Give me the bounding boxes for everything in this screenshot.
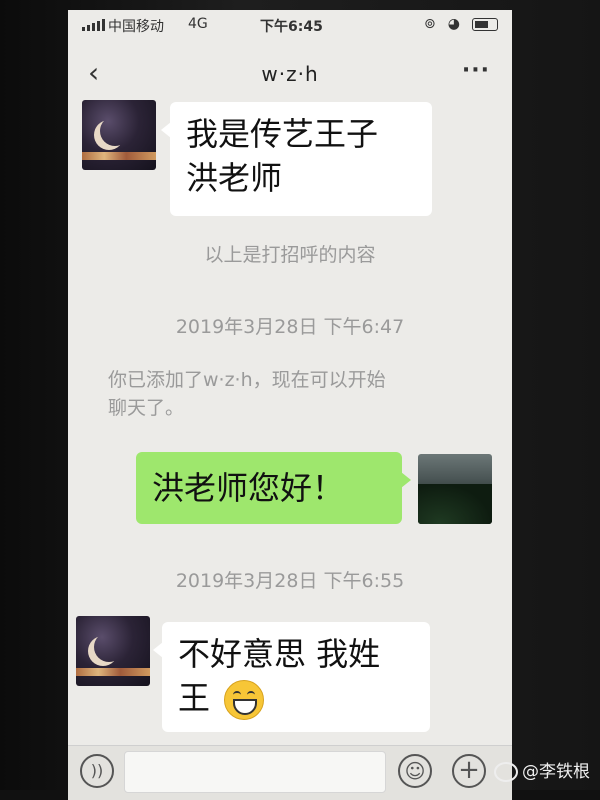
orientation-lock-icon: ⊚ [424,16,436,32]
system-notice: 以上是打招呼的内容 [204,244,376,266]
smiley-icon[interactable]: ☺ [398,754,432,788]
message-bubble-incoming[interactable]: 不好意思 我姓 王 [153,622,430,732]
message-bubble-outgoing[interactable]: 洪老师您好！ [136,452,411,524]
watermark: @李铁根 [494,757,590,782]
weibo-logo-icon [494,762,518,782]
message-input[interactable] [124,751,386,793]
system-notice-added: 你已添加了w·z·h，现在可以开始 聊天了。 [108,366,386,422]
plus-icon[interactable]: + [452,754,486,788]
self-avatar[interactable] [418,454,492,524]
contact-avatar[interactable] [82,100,156,170]
chat-screen: 中国移动 4G 下午6:45 ⊚ ◕ ‹ w·z·h ··· 我是传艺王子 洪老… [68,10,512,800]
battery-icon [472,17,498,31]
message-line: 不好意思 我姓 [178,635,381,673]
grin-emoji-icon [224,680,265,720]
signal-icon [82,19,105,31]
message-line: 洪老师 [186,159,283,197]
message-bubble-incoming[interactable]: 我是传艺王子 洪老师 [161,102,432,216]
status-time: 下午6:45 [260,19,323,35]
timestamp: 2019年3月28日 下午6:47 [175,316,405,338]
message-text: 洪老师您好！ [152,469,345,507]
carrier-label: 中国移动 [108,19,164,35]
message-line: 我是传艺王子 [186,115,379,153]
watermark-text: @李铁根 [522,762,590,782]
timestamp: 2019年3月28日 下午6:55 [175,570,405,592]
network-label: 4G [188,16,208,32]
voice-icon[interactable]: )) [80,754,114,788]
status-bar: 中国移动 4G 下午6:45 ⊚ ◕ [68,10,512,40]
more-dots-icon[interactable]: ··· [462,58,490,83]
system-line: 聊天了。 [108,397,185,419]
system-line: 你已添加了w·z·h，现在可以开始 [108,369,386,391]
chat-header: ‹ w·z·h ··· [68,50,512,94]
message-line: 王 [178,679,211,717]
status-icons: ⊚ ◕ [424,16,498,32]
contact-avatar[interactable] [76,616,150,686]
input-bar: )) ☺ + [68,745,512,800]
chat-title: w·z·h [261,62,319,86]
alarm-icon: ◕ [447,16,460,32]
